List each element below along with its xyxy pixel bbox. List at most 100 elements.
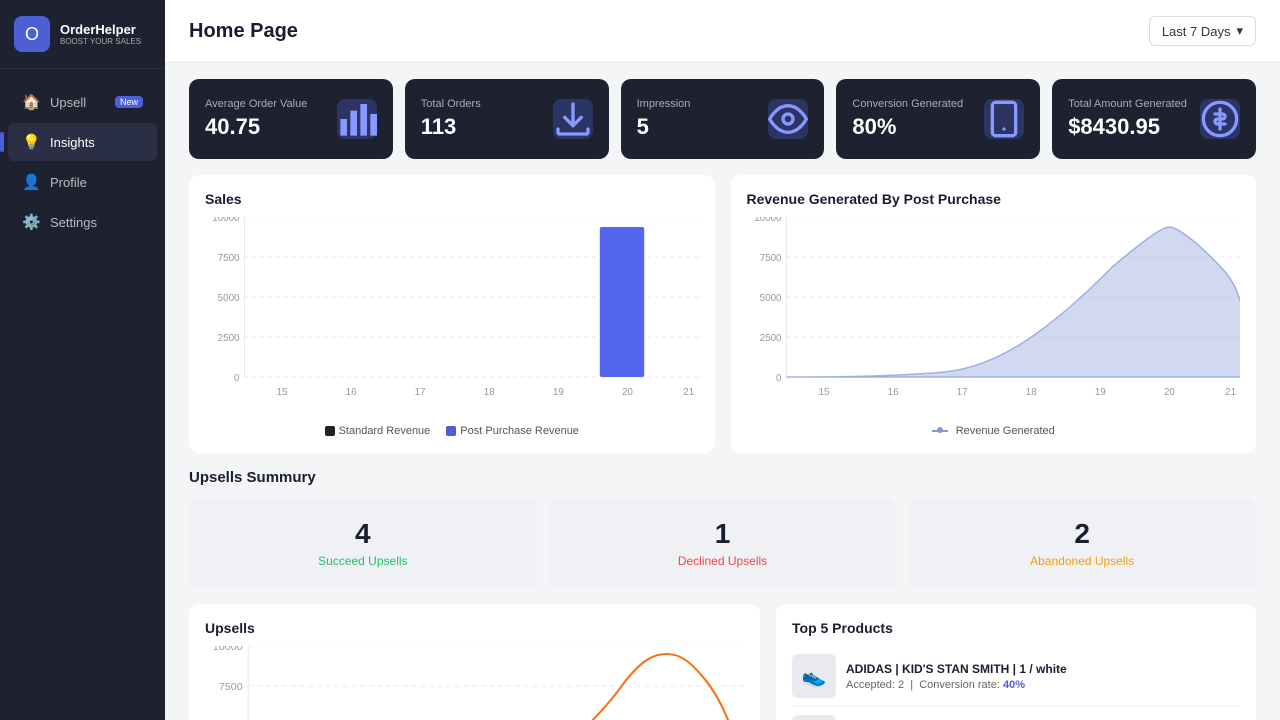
home-icon: 🏠	[22, 93, 40, 111]
revenue-chart-card: Revenue Generated By Post Purchase 0 250…	[731, 175, 1257, 453]
sales-chart-svg: 0 2500 5000 7500 10000 15 16 17 18 19 20…	[205, 217, 699, 417]
page-title: Home Page	[189, 20, 298, 43]
svg-text:15: 15	[818, 387, 829, 398]
logo-text: OrderHelper BOOST YOUR SALES	[60, 22, 141, 47]
mobile-icon	[984, 99, 1024, 139]
sales-chart-card: Sales 0 2500 5000 7500	[189, 175, 715, 453]
legend-standard: Standard Revenue	[325, 425, 431, 437]
settings-icon: ⚙️	[22, 213, 40, 231]
svg-text:7500: 7500	[759, 253, 781, 264]
bar-chart-icon	[337, 99, 377, 139]
svg-text:18: 18	[1025, 387, 1036, 398]
upsells-chart-area: 0 2500 5000 7500 10000	[205, 646, 744, 720]
sidebar-item-upsell[interactable]: 🏠 Upsell New	[8, 83, 157, 121]
product-stats: Accepted: 2 | Conversion rate: 40%	[846, 679, 1240, 691]
eye-icon	[768, 99, 808, 139]
product-name: ADIDAS | KID'S STAN SMITH | 1 / white	[846, 662, 1240, 676]
svg-text:5000: 5000	[759, 293, 781, 304]
declined-upsells-card: 1 Declined Upsells	[549, 498, 897, 588]
profile-icon: 👤	[22, 173, 40, 191]
sales-chart-legend: Standard Revenue Post Purchase Revenue	[205, 425, 699, 437]
stat-label: Average Order Value	[205, 98, 307, 110]
stat-value: 5	[637, 114, 691, 140]
bottom-row: Upsells 0 2500 5000 7500 10000	[165, 604, 1280, 720]
dollar-icon	[1200, 99, 1240, 139]
list-item: 👟 ADIDAS | SUPERSTAR 80S | 5 / white Acc…	[792, 707, 1240, 720]
sidebar-nav: 🏠 Upsell New 💡 Insights 👤 Profile ⚙️ Set…	[0, 69, 165, 720]
active-indicator	[0, 132, 4, 152]
stat-value: 80%	[852, 114, 963, 140]
declined-count: 1	[565, 518, 881, 550]
succeed-label: Succeed Upsells	[205, 554, 521, 568]
top-products-title: Top 5 Products	[792, 620, 1240, 636]
page-header: Home Page Last 7 Days ▾	[165, 0, 1280, 63]
stat-label: Total Orders	[421, 98, 481, 110]
sales-chart-area: 0 2500 5000 7500 10000 15 16 17 18 19 20…	[205, 217, 699, 417]
svg-text:17: 17	[415, 387, 426, 398]
svg-text:2500: 2500	[218, 333, 240, 344]
legend-post-purchase: Post Purchase Revenue	[446, 425, 579, 437]
abandoned-count: 2	[924, 518, 1240, 550]
svg-text:7500: 7500	[219, 682, 243, 693]
svg-text:10000: 10000	[213, 646, 243, 653]
abandoned-upsells-card: 2 Abandoned Upsells	[908, 498, 1256, 588]
svg-text:0: 0	[234, 373, 240, 384]
legend-dot-standard	[325, 426, 335, 436]
stat-label: Conversion Generated	[852, 98, 963, 110]
upsells-chart-svg: 0 2500 5000 7500 10000	[205, 646, 744, 720]
content-area: Average Order Value 40.75 Total Orders 1…	[165, 63, 1280, 720]
stat-value: 40.75	[205, 114, 307, 140]
product-thumbnail: 👟	[792, 715, 836, 720]
upsells-summary-title: Upsells Summury	[189, 469, 1256, 486]
legend-line-revenue	[932, 430, 948, 432]
sidebar-item-insights[interactable]: 💡 Insights	[8, 123, 157, 161]
products-list: 👟 ADIDAS | KID'S STAN SMITH | 1 / white …	[792, 646, 1240, 720]
stat-total-orders: Total Orders 113	[405, 79, 609, 159]
svg-text:15: 15	[276, 387, 287, 398]
succeed-upsells-card: 4 Succeed Upsells	[189, 498, 537, 588]
upsells-summary-row: 4 Succeed Upsells 1 Declined Upsells 2 A…	[189, 498, 1256, 588]
svg-text:19: 19	[1094, 387, 1105, 398]
svg-text:16: 16	[887, 387, 898, 398]
stat-conversion: Conversion Generated 80%	[836, 79, 1040, 159]
svg-text:19: 19	[553, 387, 564, 398]
stats-row: Average Order Value 40.75 Total Orders 1…	[165, 63, 1280, 175]
sales-chart-title: Sales	[205, 191, 699, 207]
charts-row: Sales 0 2500 5000 7500	[165, 175, 1280, 469]
svg-text:7500: 7500	[218, 253, 240, 264]
logo-icon: O	[14, 16, 50, 52]
product-thumbnail: 👟	[792, 654, 836, 698]
new-badge: New	[115, 96, 143, 108]
upsells-summary-section: Upsells Summury 4 Succeed Upsells 1 Decl…	[165, 469, 1280, 604]
list-item: 👟 ADIDAS | KID'S STAN SMITH | 1 / white …	[792, 646, 1240, 707]
svg-text:21: 21	[683, 387, 694, 398]
declined-label: Declined Upsells	[565, 554, 881, 568]
logo: O OrderHelper BOOST YOUR SALES	[0, 0, 165, 69]
svg-text:17: 17	[956, 387, 967, 398]
insights-icon: 💡	[22, 133, 40, 151]
legend-revenue: Revenue Generated	[932, 425, 1055, 437]
chevron-down-icon: ▾	[1236, 23, 1243, 39]
stat-value: 113	[421, 114, 481, 140]
svg-text:20: 20	[1163, 387, 1174, 398]
upsells-chart-title: Upsells	[205, 620, 744, 636]
conversion-rate: 40%	[1003, 679, 1025, 691]
svg-text:0: 0	[776, 373, 782, 384]
svg-text:20: 20	[622, 387, 633, 398]
succeed-count: 4	[205, 518, 521, 550]
stat-total-amount: Total Amount Generated $8430.95	[1052, 79, 1256, 159]
stat-avg-order: Average Order Value 40.75	[189, 79, 393, 159]
date-filter[interactable]: Last 7 Days ▾	[1149, 16, 1256, 46]
stat-value: $8430.95	[1068, 114, 1187, 140]
stat-label: Impression	[637, 98, 691, 110]
svg-text:2500: 2500	[759, 333, 781, 344]
revenue-chart-legend: Revenue Generated	[747, 425, 1241, 437]
product-info: ADIDAS | KID'S STAN SMITH | 1 / white Ac…	[846, 662, 1240, 691]
sidebar-item-settings[interactable]: ⚙️ Settings	[8, 203, 157, 241]
svg-text:21: 21	[1225, 387, 1236, 398]
sidebar: O OrderHelper BOOST YOUR SALES 🏠 Upsell …	[0, 0, 165, 720]
revenue-chart-svg: 0 2500 5000 7500 10000 15 16 17 18 19 20…	[747, 217, 1241, 417]
download-icon	[553, 99, 593, 139]
sidebar-item-profile[interactable]: 👤 Profile	[8, 163, 157, 201]
main-content: Home Page Last 7 Days ▾ Average Order Va…	[165, 0, 1280, 720]
